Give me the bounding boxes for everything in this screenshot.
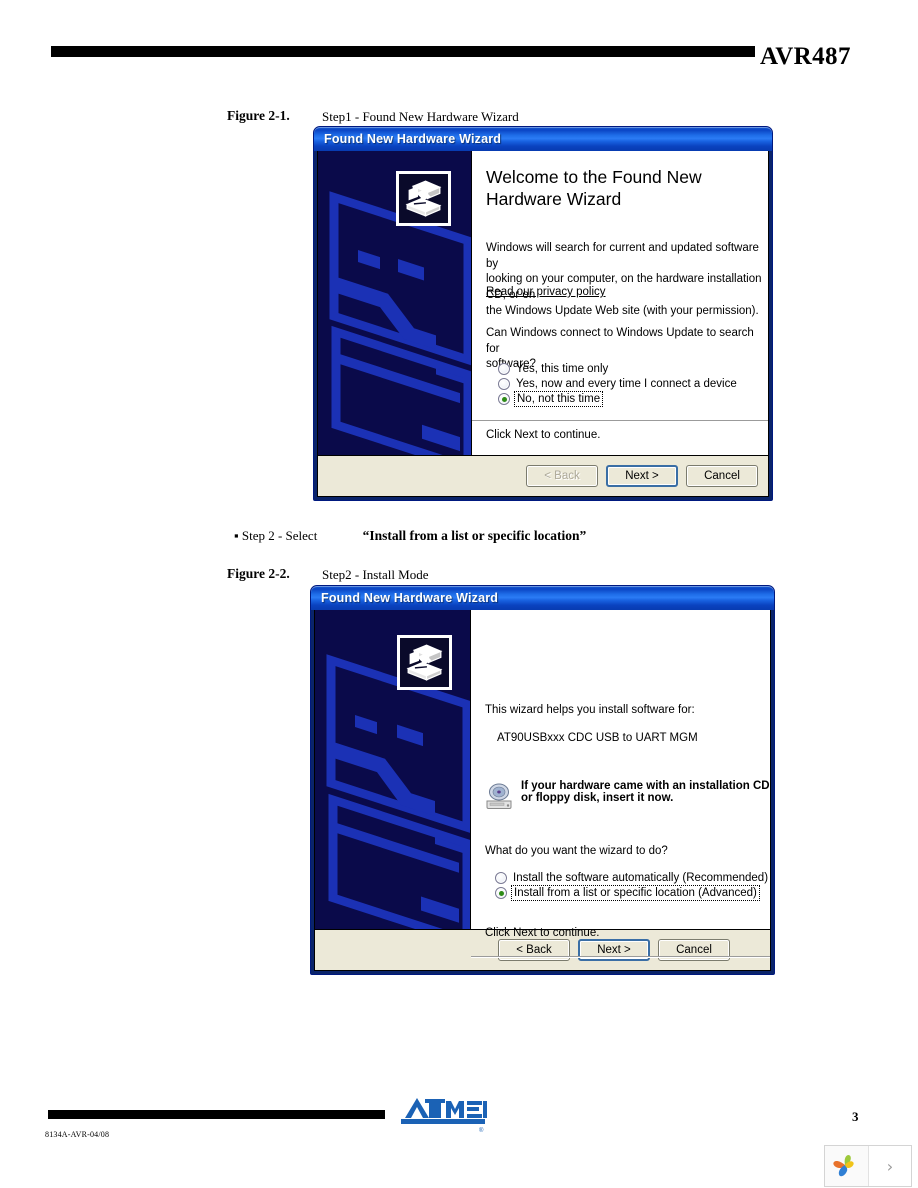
- figure-caption-2: Step2 - Install Mode: [322, 567, 429, 582]
- step-note-emphasis: “Install from a list or specific locatio…: [362, 528, 587, 543]
- footer-doc-code: 8134A-AVR-04/08: [45, 1130, 110, 1139]
- leaf-logo-button[interactable]: [825, 1146, 868, 1186]
- radio-option-install-automatically[interactable]: Install the software automatically (Reco…: [495, 872, 768, 884]
- titlebar-title-step2: Found New Hardware Wizard: [321, 591, 499, 605]
- radio-option-no-not-this-time[interactable]: No, not this time: [498, 391, 737, 407]
- privacy-policy-link[interactable]: Read our privacy policy: [486, 286, 606, 298]
- hardware-install-icon-frame-step1: [396, 171, 451, 226]
- footer-rule: [48, 1110, 385, 1119]
- radio-indicator-icon[interactable]: [495, 872, 507, 884]
- figure-caption-1: Step1 - Found New Hardware Wizard: [322, 109, 519, 124]
- found-new-hardware-wizard-step2[interactable]: Found New Hardware Wizard This wizard he…: [310, 585, 775, 975]
- next-page-button[interactable]: ›: [867, 1146, 911, 1186]
- dialog-body-step2: This wizard helps you install software f…: [314, 610, 771, 958]
- cd-drive-icon: [486, 783, 512, 809]
- radio-group-step2[interactable]: Install the software automatically (Reco…: [495, 872, 768, 902]
- cancel-button-step1[interactable]: Cancel: [686, 465, 758, 487]
- hardware-install-icon-step2: [406, 644, 443, 681]
- step-note-bullet: ▪: [234, 528, 239, 543]
- cd-notice-line1: If your hardware came with an installati…: [521, 780, 770, 792]
- button-bar-step1: < Back Next > Cancel: [317, 456, 769, 497]
- wizard-sidebar-graphic-step1: [318, 151, 472, 455]
- wizard-question-step2: What do you want the wizard to do?: [485, 845, 668, 857]
- hardware-install-icon-step1: [405, 180, 442, 217]
- wizard-sidebar-graphic-step2: [315, 610, 471, 929]
- hardware-install-icon-frame-step2: [397, 635, 452, 690]
- corner-widget[interactable]: ›: [824, 1145, 912, 1187]
- radio-option-install-from-list[interactable]: Install from a list or specific location…: [495, 885, 768, 901]
- dialog-main-step2: This wizard helps you install software f…: [471, 610, 770, 958]
- radio-group-step1[interactable]: Yes, this time only Yes, now and every t…: [498, 363, 737, 408]
- cd-notice-line2: or floppy disk, insert it now.: [521, 792, 674, 804]
- next-button-step1[interactable]: Next >: [606, 465, 678, 487]
- figure-label-1: Figure 2-1.: [227, 108, 290, 123]
- leaf-logo-icon: [833, 1154, 855, 1177]
- header-rule: [51, 46, 755, 57]
- found-new-hardware-wizard-step1[interactable]: Found New Hardware Wizard Welcome to the…: [313, 126, 773, 501]
- radio-label-no-not-this-time: No, not this time: [513, 391, 604, 407]
- registered-mark: ®: [479, 1127, 484, 1134]
- continue-text-step2: Click Next to continue.: [485, 927, 600, 939]
- titlebar-step1[interactable]: Found New Hardware Wizard: [314, 127, 772, 151]
- intro-paragraph-line3-step1: the Windows Update Web site (with your p…: [486, 304, 759, 317]
- back-button-step1: < Back: [526, 465, 598, 487]
- step-note-prefix: Step 2 - Select: [241, 528, 318, 543]
- footer-page-number: 3: [852, 1109, 859, 1124]
- cd-notice-step2: If your hardware came with an installati…: [483, 780, 770, 812]
- divider-step2: [471, 956, 770, 958]
- step-note: ▪ Step 2 - Select “Install from a list o…: [234, 528, 586, 544]
- radio-label-install-from-list: Install from a list or specific location…: [511, 885, 760, 901]
- figure-label-2: Figure 2-2.: [227, 566, 290, 581]
- radio-option-yes-every-time[interactable]: Yes, now and every time I connect a devi…: [498, 378, 737, 390]
- intro-paragraph-line1-step1: Windows will search for current and upda…: [486, 242, 759, 270]
- titlebar-title-step1: Found New Hardware Wizard: [324, 132, 502, 146]
- dialog-main-step1: Welcome to the Found New Hardware Wizard…: [472, 151, 768, 455]
- divider-step1: [472, 420, 768, 422]
- chevron-right-icon: ›: [886, 1156, 894, 1176]
- radio-indicator-selected-icon[interactable]: [498, 393, 510, 405]
- titlebar-step2[interactable]: Found New Hardware Wizard: [311, 586, 774, 610]
- welcome-heading-line2-step1: Hardware Wizard: [486, 188, 622, 209]
- continue-text-step1: Click Next to continue.: [486, 429, 601, 441]
- install-intro-step2: This wizard helps you install software f…: [485, 704, 695, 716]
- radio-label-install-automatically: Install the software automatically (Reco…: [513, 872, 769, 884]
- radio-label-yes-every-time: Yes, now and every time I connect a devi…: [516, 378, 737, 390]
- radio-label-yes-this-time: Yes, this time only: [516, 363, 609, 375]
- device-name-step2: AT90USBxxx CDC USB to UART MGM: [497, 732, 698, 744]
- radio-option-yes-this-time[interactable]: Yes, this time only: [498, 363, 737, 375]
- dialog-body-step1: Welcome to the Found New Hardware Wizard…: [317, 151, 769, 456]
- radio-indicator-selected-icon[interactable]: [495, 887, 507, 899]
- radio-indicator-icon[interactable]: [498, 378, 510, 390]
- update-question-line1-step1: Can Windows connect to Windows Update to…: [486, 327, 754, 355]
- atmel-logo: ®: [401, 1098, 487, 1134]
- page-header-title: AVR487: [760, 43, 851, 70]
- radio-indicator-icon[interactable]: [498, 363, 510, 375]
- welcome-heading-line1-step1: Welcome to the Found New: [486, 167, 702, 187]
